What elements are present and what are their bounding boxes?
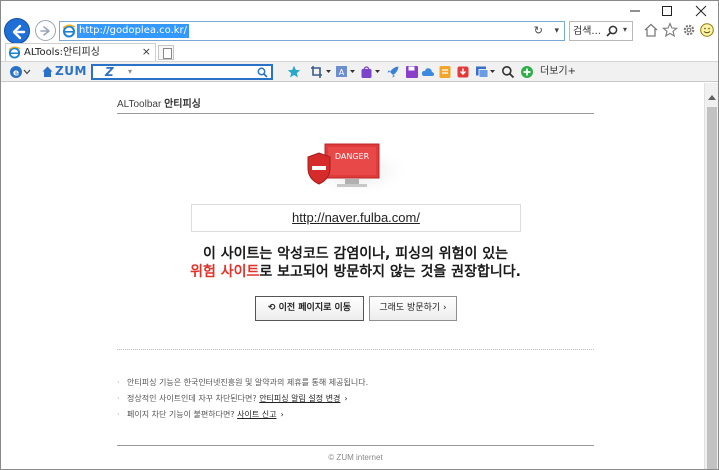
capture-crop-icon[interactable] [310,65,332,79]
address-dropdown-icon[interactable]: ▾ [554,24,559,38]
warning-danger-phrase: 위험 사이트 [190,264,260,280]
zum-search-logo: Z [105,65,114,79]
cloud-icon[interactable] [421,65,435,79]
footer-divider [117,445,594,446]
favorites-star-icon[interactable] [662,22,678,38]
note-text: 페이지 차단 기능이 불편하다면? [127,410,235,419]
close-icon[interactable] [693,5,709,17]
toolbar-more-button[interactable]: 더보기+ [540,65,576,79]
new-tab-button[interactable] [158,45,174,60]
search-icon[interactable] [257,67,268,78]
zum-home-icon[interactable] [41,65,54,78]
minimize-icon[interactable] [627,5,643,17]
tab-altools-antiphishing[interactable]: ALTools:안티피싱 × [5,43,156,61]
tab-title: ALTools:안티피싱 [24,47,100,58]
forward-button[interactable] [35,20,56,41]
blocked-url: http://naver.fulba.com/ [292,210,420,225]
translate-icon[interactable]: A [335,65,357,79]
page-header: ALToolbar 안티피싱 [117,98,201,111]
blocked-url-box: http://naver.fulba.com/ [191,204,521,232]
chevron-right-icon: › [440,303,447,313]
visit-anyway-label: 그래도 방문하기 [379,303,441,313]
ie-tab-icon [8,46,21,59]
header-divider [117,113,594,114]
warning-line-2-rest: 로 보고되어 방문하지 않는 것을 권장합니다. [259,264,521,280]
add-plus-icon[interactable] [520,65,534,79]
address-bar[interactable]: http://godoplea.co.kr/ ↻ ▾ [59,21,565,41]
go-back-button[interactable]: ⟲ 이전 페이지로 이동 [255,296,364,321]
header-brand-title: 안티피싱 [164,99,201,110]
danger-label: DANGER [335,152,370,161]
vertical-scrollbar[interactable] [704,83,718,469]
search-label: 검색... [573,26,601,37]
info-notes: · 안티피싱 기능은 한국인터넷진흥원 및 알약과의 제휴를 통해 제공됩니다. … [117,375,597,423]
smiley-feedback-icon[interactable] [699,22,715,38]
shopping-bag-icon[interactable] [360,65,382,79]
zum-search-dropdown-icon[interactable]: ▾ [128,66,132,78]
download-icon[interactable] [456,65,470,79]
zum-logo-text[interactable]: ZUM [55,64,87,79]
page-footer: © ZUM internet [328,453,383,462]
scroll-up-arrow-icon[interactable] [708,95,716,100]
notes-icon[interactable] [438,65,452,79]
bullet-icon: · [117,378,120,387]
arrow-right-icon [40,26,50,36]
browser-window: http://godoplea.co.kr/ ↻ ▾ 검색... ▾ ALToo… [0,0,719,470]
home-icon[interactable] [643,22,659,38]
visit-anyway-button[interactable]: 그래도 방문하기 › [369,296,457,321]
chevron-right-icon: › [344,394,348,403]
refresh-icon[interactable]: ↻ [534,24,543,38]
chevron-right-icon: › [280,410,284,419]
report-site-link[interactable]: 사이트 신고 [237,410,276,419]
note-item: · 페이지 차단 기능이 불편하다면? 사이트 신고 › [117,407,597,423]
note-text: 안티피싱 기능은 한국인터넷진흥원 및 알약과의 제휴를 통해 제공됩니다. [127,378,369,387]
bullet-icon: · [117,410,120,419]
note-text: 정상적인 사이트인데 자꾸 차단된다면? [127,394,257,403]
zum-search-input[interactable]: Z ▾ [91,64,273,80]
maximize-icon[interactable] [659,5,675,17]
alert-settings-link[interactable]: 안티피싱 알림 설정 변경 [259,394,340,403]
notes-divider [117,349,594,350]
altoolbar: e ZUM Z ▾ A 더보기+ [1,61,718,82]
arrow-left-icon [12,24,26,40]
go-back-label: 이전 페이지로 이동 [278,303,352,313]
tab-close-icon[interactable]: × [142,45,151,59]
browser-search-box[interactable]: 검색... ▾ [569,21,633,41]
title-bar: http://godoplea.co.kr/ ↻ ▾ 검색... ▾ [1,1,718,44]
search-icon[interactable] [605,24,619,38]
note-item: · 안티피싱 기능은 한국인터넷진흥원 및 알약과의 제휴를 통해 제공됩니다. [117,375,597,391]
go-back-icon: ⟲ [267,303,279,313]
scrollbar-thumb[interactable] [707,107,717,469]
rocket-icon[interactable] [386,65,400,79]
danger-warning-graphic: DANGER [301,143,411,197]
header-brand-prefix: ALToolbar [117,99,162,110]
svg-text:A: A [339,68,345,77]
zoom-search-icon[interactable] [501,65,515,79]
address-url[interactable]: http://godoplea.co.kr/ [77,24,190,38]
warning-line-2: 위험 사이트로 보고되어 방문하지 않는 것을 권장합니다. [117,263,594,281]
page-content: ALToolbar 안티피싱 DANGER http://naver.fulba… [1,83,703,469]
ie-page-icon [62,24,76,38]
window-tools-icon[interactable] [475,65,497,79]
svg-text:e: e [13,69,19,79]
warning-line-1: 이 사이트는 악성코드 감염이나, 피싱의 위험이 있는 [202,246,509,262]
note-item: · 정상적인 사이트인데 자꾸 차단된다면? 안티피싱 알림 설정 변경 › [117,391,597,407]
favorite-star-icon[interactable] [287,65,301,79]
zum-e-menu-icon[interactable]: e [9,65,31,79]
search-dropdown-icon[interactable]: ▾ [623,25,627,34]
back-button[interactable] [4,18,30,44]
save-disk-icon[interactable] [405,65,419,79]
gear-icon[interactable] [681,22,697,38]
bullet-icon: · [117,394,120,403]
